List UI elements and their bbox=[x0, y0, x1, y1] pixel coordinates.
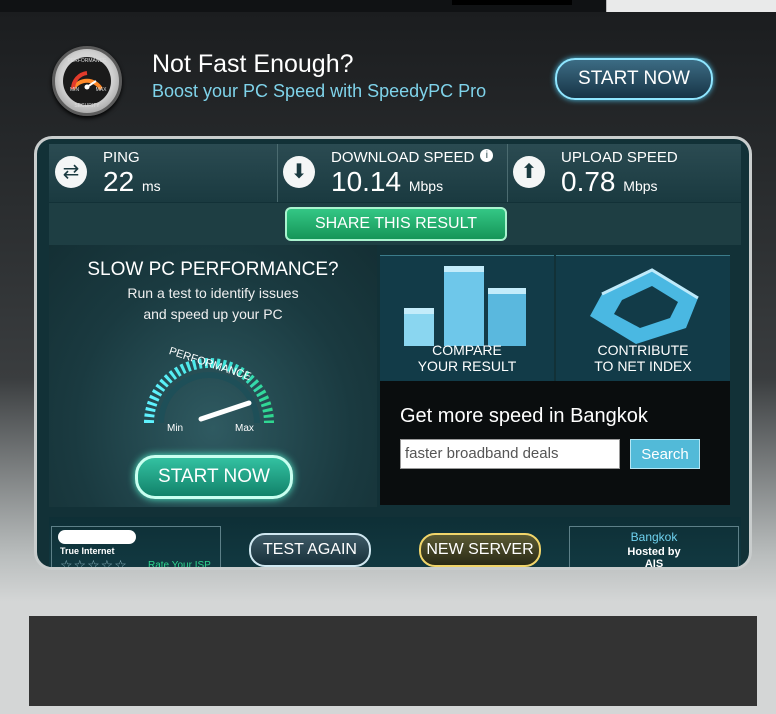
download-value: 10.14 bbox=[331, 166, 402, 197]
server-host-name: AIS bbox=[644, 558, 664, 570]
server-host-info: Hosted by AIS bbox=[570, 546, 738, 570]
speedometer-logo-icon: PERFORMANCE MIN MAX SECURITY bbox=[52, 46, 122, 116]
upload-value: 0.78 bbox=[561, 166, 616, 197]
exchange-arrows-icon: ⇄ bbox=[55, 156, 87, 188]
rating-stars-icon[interactable]: ☆☆☆☆☆ bbox=[60, 557, 128, 567]
compare-caption: COMPARE YOUR RESULT bbox=[380, 342, 554, 374]
bottom-bar: True Internet ☆☆☆☆☆ Rate Your ISP TEST A… bbox=[49, 517, 741, 570]
get-more-speed-box: Get more speed in Bangkok faster broadba… bbox=[380, 381, 730, 505]
net-index-ring-icon bbox=[590, 268, 699, 344]
download-unit: Mbps bbox=[408, 178, 444, 194]
promo-description: Run a test to identify issues and speed … bbox=[49, 283, 377, 325]
info-icon[interactable]: i bbox=[480, 149, 494, 162]
hosted-by-label: Hosted by bbox=[627, 546, 681, 558]
top-tab[interactable] bbox=[606, 0, 776, 12]
get-more-title: Get more speed in Bangkok bbox=[400, 405, 648, 427]
browser-top-bar bbox=[0, 0, 776, 12]
ad-title: Not Fast Enough? bbox=[152, 50, 354, 78]
compare-line1: COMPARE bbox=[432, 342, 502, 358]
gauge-top-label: PERFORMANCE bbox=[67, 58, 107, 64]
broadband-search-input[interactable]: faster broadband deals bbox=[400, 439, 620, 469]
gauge-max-label: MAX bbox=[95, 87, 107, 93]
share-row: SHARE THIS RESULT bbox=[49, 203, 741, 245]
download-arrow-icon: ⬇ bbox=[283, 156, 315, 188]
speedtest-panel: ⇄ PING 22 ms ⬇ DOWNLOAD SPEED i 10.14 Mbp… bbox=[34, 136, 752, 570]
upload-unit: Mbps bbox=[623, 178, 658, 194]
isp-name: True Internet bbox=[60, 546, 115, 556]
isp-ip-pill bbox=[58, 530, 136, 544]
promo-desc-line2: and speed up your PC bbox=[143, 306, 283, 322]
gauge-min-label: MIN bbox=[70, 87, 80, 93]
upload-value-row: 0.78 Mbps bbox=[561, 166, 658, 198]
ping-unit: ms bbox=[141, 178, 161, 194]
share-result-button[interactable]: SHARE THIS RESULT bbox=[285, 207, 507, 241]
ping-label: PING bbox=[103, 149, 140, 166]
contribute-tile[interactable]: CONTRIBUTE TO NET INDEX bbox=[556, 255, 730, 382]
download-stat: ⬇ DOWNLOAD SPEED i 10.14 Mbps bbox=[277, 144, 508, 202]
bar-chart-3d-icon bbox=[404, 266, 526, 346]
ad-subtitle: Boost your PC Speed with SpeedyPC Pro bbox=[152, 81, 487, 101]
ping-stat: ⇄ PING 22 ms bbox=[49, 144, 278, 202]
server-box: Bangkok Hosted by AIS bbox=[569, 526, 739, 570]
contribute-caption: CONTRIBUTE TO NET INDEX bbox=[556, 342, 730, 374]
promo-title: SLOW PC PERFORMANCE? bbox=[87, 259, 339, 280]
perf-gauge-max: Max bbox=[235, 423, 254, 434]
upload-label: UPLOAD SPEED bbox=[561, 149, 678, 166]
upload-stat: ⬆ UPLOAD SPEED 0.78 Mbps bbox=[507, 144, 741, 202]
hero-area: PERFORMANCE MIN MAX SECURITY Not Fast En… bbox=[0, 12, 776, 602]
ping-value: 22 bbox=[103, 166, 135, 197]
new-server-button[interactable]: NEW SERVER bbox=[419, 533, 541, 567]
ad-placeholder-box bbox=[29, 616, 757, 706]
compare-line2: YOUR RESULT bbox=[417, 358, 517, 374]
download-value-row: 10.14 Mbps bbox=[331, 166, 443, 198]
server-city: Bangkok bbox=[630, 530, 678, 544]
promo-desc-line1: Run a test to identify issues bbox=[127, 285, 299, 301]
top-slot bbox=[452, 0, 572, 5]
gauge-bottom-label: SECURITY bbox=[74, 103, 100, 109]
ad-start-now-button[interactable]: START NOW bbox=[555, 58, 713, 100]
download-label-row: DOWNLOAD SPEED i bbox=[331, 149, 494, 166]
perf-gauge-min: Min bbox=[167, 423, 183, 434]
search-button[interactable]: Search bbox=[630, 439, 700, 469]
promo-start-now-button[interactable]: START NOW bbox=[135, 455, 293, 499]
performance-gauge-icon: PERFORMANCE Min Max bbox=[144, 345, 274, 434]
upload-arrow-icon: ⬆ bbox=[513, 156, 545, 188]
compare-result-tile[interactable]: COMPARE YOUR RESULT bbox=[380, 255, 554, 382]
rate-isp-link[interactable]: Rate Your ISP bbox=[148, 560, 211, 567]
ping-value-row: 22 ms bbox=[103, 166, 161, 198]
test-again-button[interactable]: TEST AGAIN bbox=[249, 533, 371, 567]
contribute-line2: TO NET INDEX bbox=[594, 358, 692, 374]
gauge-arc-icon bbox=[70, 71, 103, 91]
contribute-line1: CONTRIBUTE bbox=[597, 342, 689, 358]
results-bar: ⇄ PING 22 ms ⬇ DOWNLOAD SPEED i 10.14 Mbp… bbox=[49, 144, 741, 202]
download-label: DOWNLOAD SPEED bbox=[331, 149, 475, 166]
isp-box: True Internet ☆☆☆☆☆ Rate Your ISP bbox=[51, 526, 221, 567]
slow-pc-promo[interactable]: SLOW PC PERFORMANCE? Run a test to ident… bbox=[49, 245, 377, 507]
